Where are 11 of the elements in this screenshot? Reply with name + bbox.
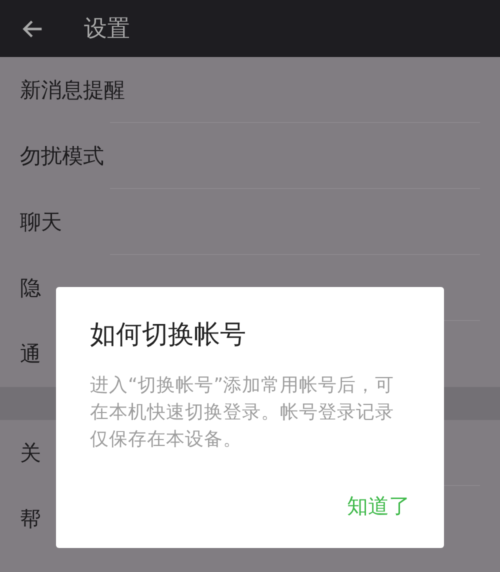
settings-item[interactable]: 新消息提醒 <box>20 76 125 104</box>
settings-item[interactable]: 关 <box>20 439 41 467</box>
settings-item[interactable]: 聊天 <box>20 208 62 236</box>
dialog-title: 如何切换帐号 <box>90 319 247 352</box>
settings-item[interactable]: 隐 <box>20 274 41 302</box>
got-it-button[interactable]: 知道了 <box>347 488 410 524</box>
dialog-message: 进入“切换帐号”添加常用帐号后，可在本机快速切换登录。帐号登录记录仅保存在本设备。 <box>90 374 396 452</box>
settings-item[interactable]: 通 <box>20 340 41 368</box>
page-title: 设置 <box>84 15 130 44</box>
settings-item[interactable]: 勿扰模式 <box>20 142 104 170</box>
settings-item[interactable]: 帮 <box>20 505 41 533</box>
